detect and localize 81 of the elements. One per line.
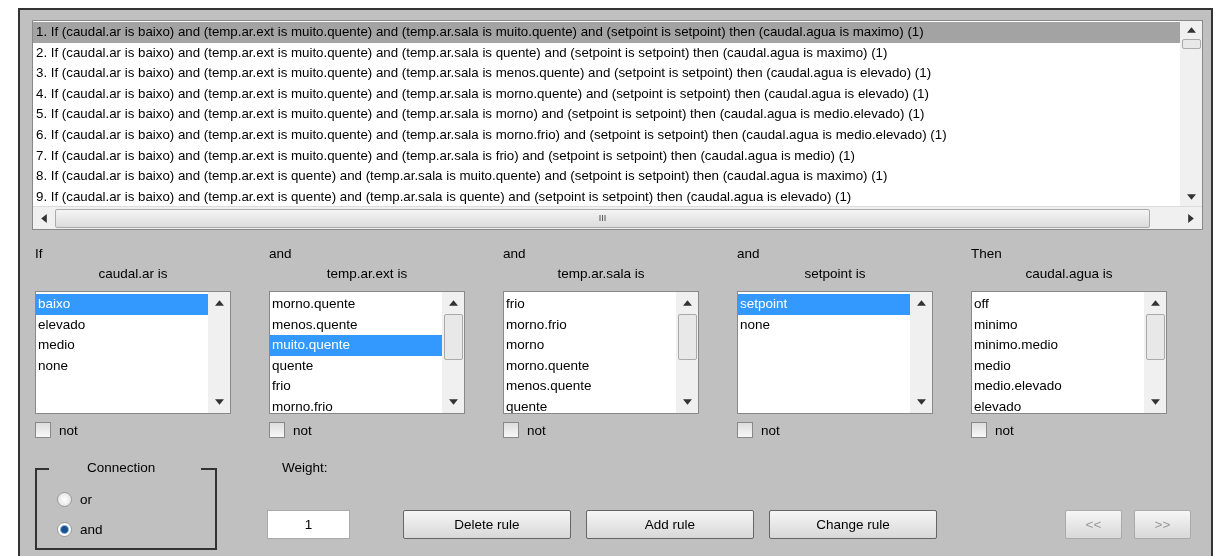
rule-button[interactable]: Delete rule — [403, 510, 571, 539]
list-item[interactable]: frio — [270, 376, 442, 397]
list-item[interactable]: elevado — [972, 396, 1144, 413]
list-item[interactable]: morno — [504, 335, 676, 356]
weight-field[interactable]: 1 — [267, 510, 350, 539]
connective-label: and — [737, 245, 760, 263]
scroll-up-icon[interactable] — [214, 300, 224, 306]
scroll-down-icon[interactable] — [682, 399, 692, 405]
connective-label: and — [503, 245, 526, 263]
list-item[interactable]: minimo — [972, 314, 1144, 335]
list-item[interactable]: quente — [270, 355, 442, 376]
checkbox-label: not — [761, 422, 780, 438]
rule-item[interactable]: 2. If (caudal.ar is baixo) and (temp.ar.ext is muito.quente) and (temp.ar.sala is quente) and (setpoint is setpoint) then (caudal.agua is maximo) (1) — [33, 42, 1180, 64]
scroll-left-icon[interactable] — [41, 213, 47, 223]
scroll-up-icon[interactable] — [1186, 27, 1196, 33]
list-item[interactable]: menos.quente — [504, 376, 676, 397]
scroll-down-icon[interactable] — [1186, 194, 1196, 200]
scroll-thumb[interactable] — [677, 314, 697, 360]
connective-label: If — [35, 245, 43, 263]
scroll-up-icon[interactable] — [448, 300, 458, 306]
list-box[interactable]: baixo elevado medio none — [35, 291, 231, 414]
list-item[interactable]: minimo.medio — [972, 335, 1144, 356]
radio-button[interactable] — [57, 521, 72, 537]
not-checkbox[interactable] — [35, 422, 51, 438]
list-item[interactable]: morno.quente — [504, 355, 676, 376]
list-item[interactable]: medio — [36, 335, 208, 356]
radio-button[interactable] — [57, 491, 72, 507]
scroll-down-icon[interactable] — [916, 399, 926, 405]
rule-item[interactable]: 4. If (caudal.ar is baixo) and (temp.ar.ext is muito.quente) and (temp.ar.sala is morno.quente) and (setpoint is setpoint) then (caudal.agua is elevado) (1) — [33, 83, 1180, 105]
variable-label: setpoint is — [804, 265, 866, 283]
not-checkbox[interactable] — [269, 422, 285, 438]
list-item[interactable]: medio.elevado — [972, 376, 1144, 397]
scroll-up-icon[interactable] — [916, 300, 926, 306]
list-box[interactable]: setpoint none — [737, 291, 933, 414]
variable-label: caudal.ar is — [98, 265, 168, 283]
variable-label: temp.ar.sala is — [557, 265, 645, 283]
not-checkbox[interactable] — [971, 422, 987, 438]
rule-item[interactable]: 1. If (caudal.ar is baixo) and (temp.ar.ext is muito.quente) and (temp.ar.sala is muito.quente) and (setpoint is setpoint) then (caudal.agua is maximo) (1) — [33, 22, 1180, 43]
rule-button[interactable]: Add rule — [586, 510, 754, 539]
rule-item[interactable]: 5. If (caudal.ar is baixo) and (temp.ar.ext is muito.quente) and (temp.ar.sala is morno) and (setpoint is setpoint) then (caudal.agua is medio.elevado) (1) — [33, 104, 1180, 125]
scroll-thumb[interactable] — [443, 314, 463, 360]
scroll-down-icon[interactable] — [214, 399, 224, 405]
scroll-right-icon[interactable] — [1188, 213, 1194, 223]
list-item[interactable]: menos.quente — [270, 314, 442, 335]
list-item[interactable]: morno.quente — [270, 294, 442, 315]
scroll-down-icon[interactable] — [448, 399, 458, 405]
list-item[interactable]: morno.frio — [504, 314, 676, 335]
variable-label: temp.ar.ext is — [326, 265, 408, 283]
rule-item[interactable]: 6. If (caudal.ar is baixo) and (temp.ar.ext is muito.quente) and (temp.ar.sala is morno.frio) and (setpoint is setpoint) then (caudal.agua is medio.elevado) (1) — [33, 124, 1180, 146]
scroll-down-icon[interactable] — [1150, 399, 1160, 405]
rule-item[interactable]: 8. If (caudal.ar is baixo) and (temp.ar.ext is quente) and (temp.ar.sala is muito.quente) and (setpoint is setpoint) then (caudal.agua is maximo) (1) — [33, 166, 1180, 187]
horizontal-scroll-thumb[interactable]: III — [55, 208, 1150, 228]
scroll-up-icon[interactable] — [1150, 300, 1160, 306]
checkbox-label: not — [995, 422, 1014, 438]
connective-label: Then — [971, 245, 1002, 263]
list-item[interactable]: quente — [504, 396, 676, 413]
rule-item[interactable]: 9. If (caudal.ar is baixo) and (temp.ar.ext is quente) and (temp.ar.sala is quente) and (setpoint is setpoint) then (caudal.agua is elevado) (1) — [33, 186, 1180, 206]
radio-label: or — [80, 491, 92, 507]
list-item[interactable]: none — [738, 314, 910, 335]
not-checkbox[interactable] — [503, 422, 519, 438]
not-checkbox[interactable] — [737, 422, 753, 438]
rule-button[interactable]: Change rule — [769, 510, 937, 539]
radio-label: and — [80, 521, 103, 537]
list-item[interactable]: frio — [504, 294, 676, 315]
list-item[interactable]: none — [36, 355, 208, 376]
rule-item[interactable]: 7. If (caudal.ar is baixo) and (temp.ar.ext is muito.quente) and (temp.ar.sala is frio) and (setpoint is setpoint) then (caudal.agua is medio) (1) — [33, 145, 1180, 167]
weight-label: Weight: — [282, 459, 328, 477]
scroll-thumb[interactable] — [1145, 314, 1165, 360]
list-item[interactable]: off — [972, 294, 1144, 315]
rule-item[interactable]: 3. If (caudal.ar is baixo) and (temp.ar.ext is muito.quente) and (temp.ar.sala is menos.quente) and (setpoint is setpoint) then (caudal.agua is elevado) (1) — [33, 63, 1180, 84]
list-item[interactable]: elevado — [36, 314, 208, 335]
connective-label: and — [269, 245, 292, 263]
variable-label: caudal.agua is — [1025, 265, 1113, 283]
scroll-thumb[interactable] — [1181, 39, 1201, 49]
scroll-up-icon[interactable] — [682, 300, 692, 306]
vertical-scrollbar[interactable] — [1180, 21, 1202, 206]
checkbox-label: not — [59, 422, 78, 438]
checkbox-label: not — [527, 422, 546, 438]
list-item[interactable]: morno.frio — [270, 396, 442, 413]
checkbox-label: not — [293, 422, 312, 438]
list-item[interactable]: medio — [972, 355, 1144, 376]
